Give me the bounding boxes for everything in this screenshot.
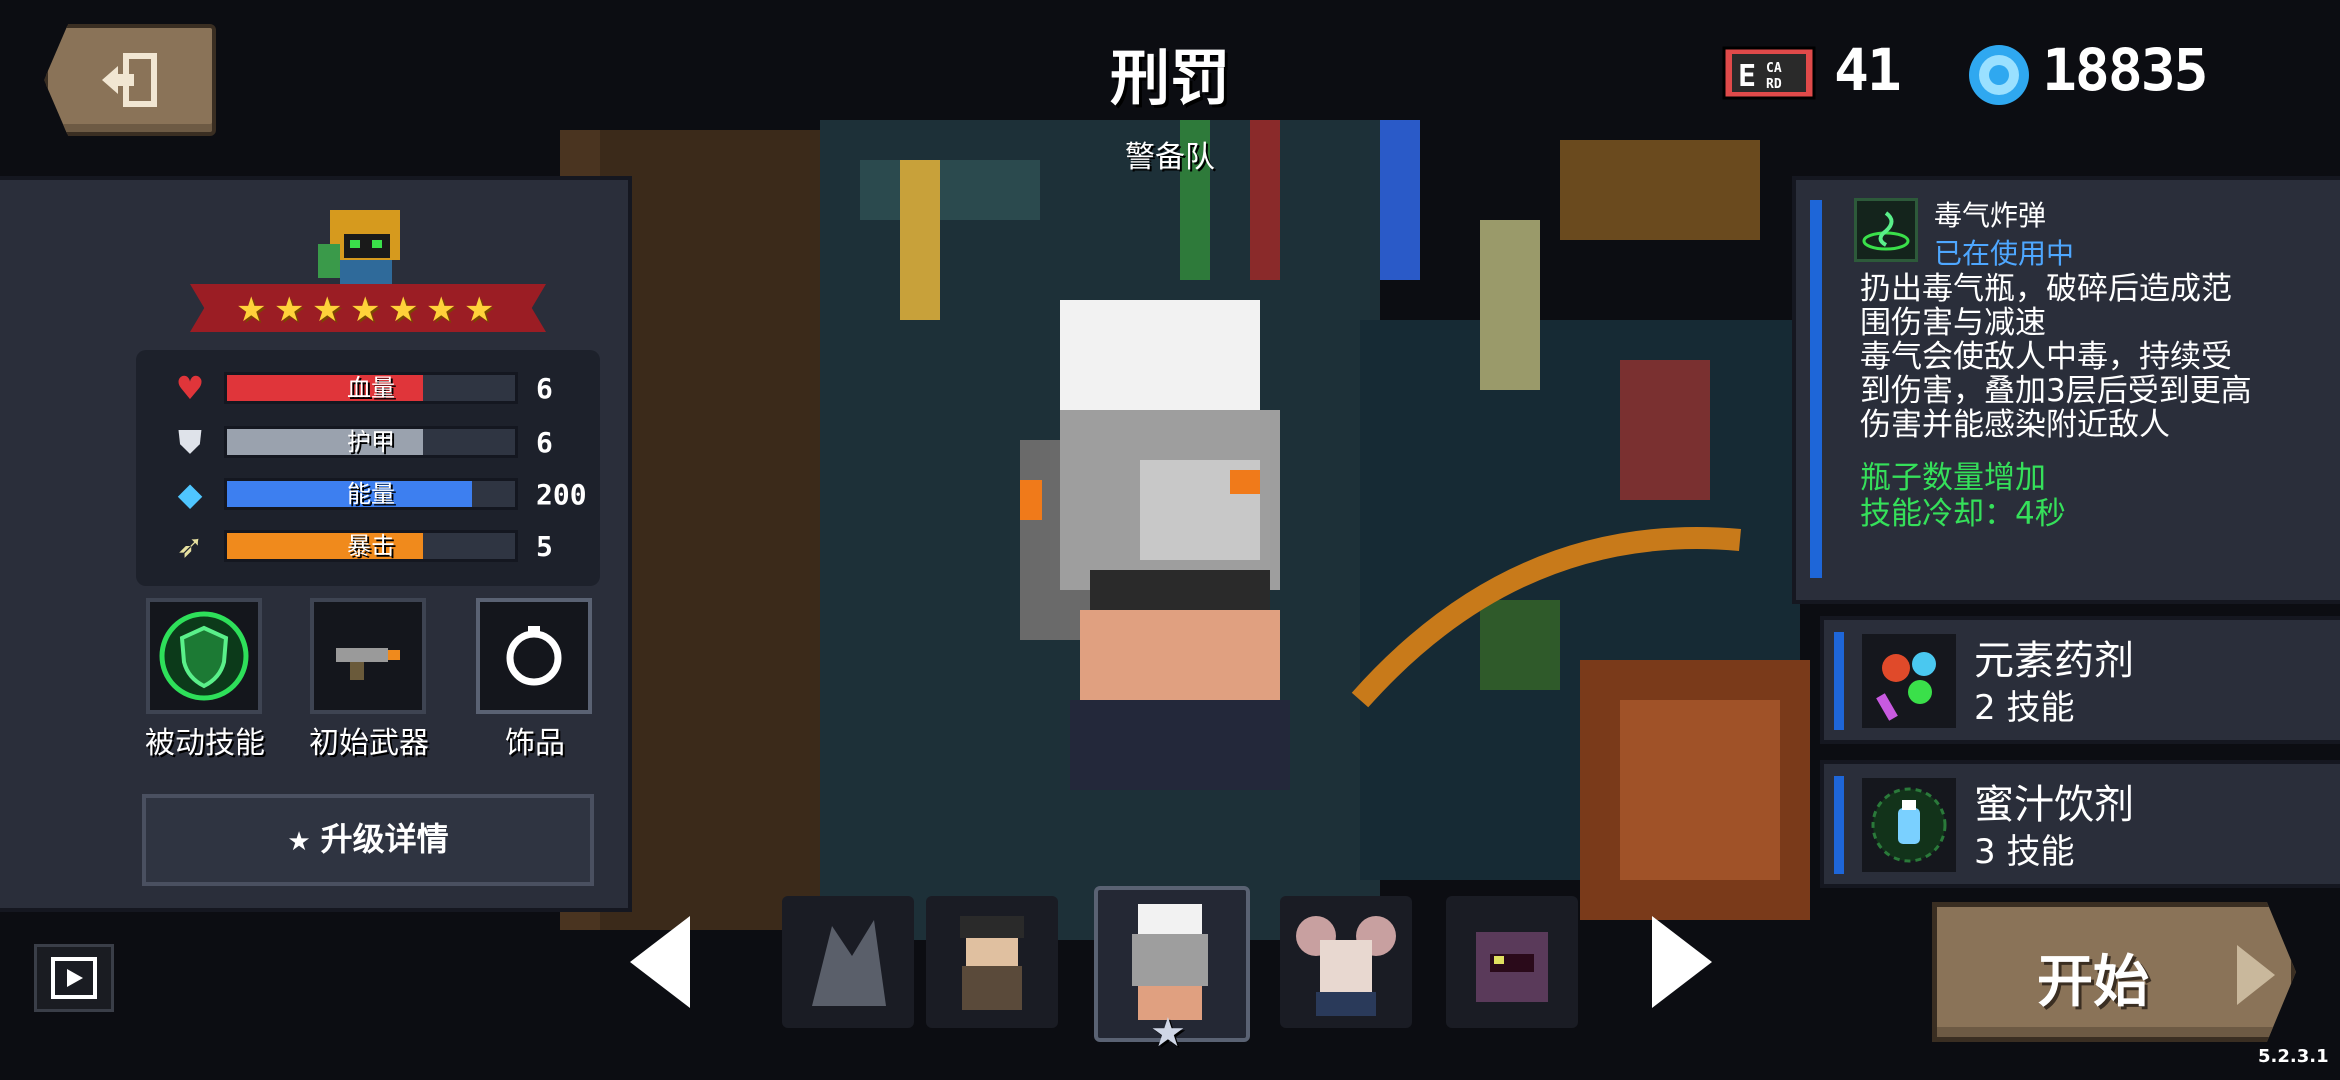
- skill-description-line: 围伤害与减速: [1860, 305, 2046, 341]
- start-label: 开始: [2037, 950, 2149, 1015]
- armor-label: 护甲: [347, 428, 395, 456]
- energy-value: 200: [536, 478, 587, 511]
- character-thumb-wolf[interactable]: [782, 896, 914, 1028]
- alt-skill-count: 3 技能: [1974, 832, 2075, 872]
- accessory-slot[interactable]: [476, 598, 592, 714]
- skill-name: 毒气炸弹: [1934, 199, 2047, 232]
- exit-door-icon: [102, 53, 157, 107]
- armor-bar: 护甲: [224, 426, 518, 458]
- skill-cooldown: 技能冷却：4秒: [1860, 496, 2066, 532]
- character-thumb-officer[interactable]: [926, 896, 1058, 1028]
- alt-skill-honey-potion[interactable]: 蜜汁饮剂 3 技能: [1820, 760, 2340, 888]
- rating-star-icon: ★: [388, 290, 419, 330]
- rating-star-icon: ★: [426, 290, 457, 330]
- health-value: 6: [536, 372, 553, 405]
- version-label: 5.2.3.1: [2258, 1046, 2329, 1067]
- shield-icon: ⛊: [177, 423, 202, 461]
- alt-skill-elemental-potion[interactable]: 元素药剂 2 技能: [1820, 616, 2340, 744]
- character-thumb-mouse[interactable]: [1280, 896, 1412, 1028]
- skill-description-line: 到伤害，叠加3层后受到更高: [1860, 373, 2252, 409]
- skill-description-line: 伤害并能感染附近敌人: [1860, 407, 2170, 443]
- starting-gun-icon: [336, 648, 400, 680]
- start-button[interactable]: 开始: [1932, 902, 2296, 1042]
- previous-character-arrow-icon[interactable]: [630, 916, 690, 1008]
- star-rating-ribbon: ★ ★ ★ ★ ★ ★ ★: [190, 284, 546, 332]
- health-label: 血量: [347, 374, 395, 402]
- honey-potion-icon: [1862, 778, 1956, 872]
- rating-star-icon: ★: [350, 290, 381, 330]
- stats-box: ♥ 血量 6 ⛊ 护甲 6 ◆ 能量 200 ➶ 暴击 5: [136, 350, 600, 586]
- poison-gas-bomb-icon: [1854, 198, 1918, 262]
- skill-selected-indicator: [1810, 200, 1822, 578]
- replay-button[interactable]: [34, 944, 114, 1012]
- alt-skill-indicator: [1834, 776, 1844, 874]
- play-video-icon: [51, 957, 97, 999]
- alt-skill-name: 蜜汁饮剂: [1974, 782, 2134, 828]
- armor-value: 6: [536, 426, 553, 459]
- svg-text:E: E: [1738, 59, 1756, 94]
- crit-bar: 暴击: [224, 530, 518, 562]
- character-subtitle: 警备队: [1125, 140, 1215, 175]
- energy-crystal-icon: ◆: [177, 475, 203, 513]
- starting-weapon-label: 初始武器: [309, 726, 429, 761]
- rating-star-icon: ★: [312, 290, 343, 330]
- starting-weapon-slot[interactable]: [310, 598, 426, 714]
- heart-icon: ♥: [175, 369, 205, 407]
- skill-description: 扔出毒气瓶，破碎后造成范 围伤害与减速 毒气会使敌人中毒，持续受 到伤害，叠加3…: [1860, 272, 2300, 442]
- upgrade-label: 升级详情: [320, 820, 449, 858]
- card-count: 41: [1834, 36, 1902, 104]
- passive-skill-label: 被动技能: [145, 726, 265, 761]
- alt-skill-name: 元素药剂: [1974, 638, 2134, 684]
- crit-label: 暴击: [347, 532, 395, 560]
- alt-skill-indicator: [1834, 632, 1844, 730]
- energy-label: 能量: [347, 480, 395, 508]
- crit-icon: ➶: [176, 527, 204, 565]
- star-icon: ★: [287, 827, 311, 857]
- elemental-potion-icon: [1862, 634, 1956, 728]
- rating-star-icon: ★: [464, 290, 495, 330]
- skill-description-line: 毒气会使敌人中毒，持续受: [1860, 339, 2232, 375]
- exit-button[interactable]: [44, 24, 216, 136]
- skill-status: 已在使用中: [1934, 237, 2075, 270]
- blue-gem-icon: [1969, 45, 2029, 105]
- next-character-arrow-icon[interactable]: [1652, 916, 1712, 1008]
- selected-character-sprite: [1020, 300, 1290, 790]
- alt-skill-count: 2 技能: [1974, 688, 2075, 728]
- crit-value: 5: [536, 530, 553, 563]
- character-portrait-icon: [318, 210, 400, 290]
- passive-shield-icon: [159, 611, 249, 701]
- upgrade-details-button[interactable]: ★ 升级详情: [142, 794, 594, 886]
- energy-card-icon: E CA RD: [1722, 46, 1816, 100]
- skill-description-line: 扔出毒气瓶，破碎后造成范: [1860, 271, 2232, 307]
- energy-bar: 能量: [224, 478, 518, 510]
- selected-star-icon: ★: [1150, 1010, 1186, 1056]
- character-title: 刑罚: [1110, 44, 1230, 114]
- svg-text:CA: CA: [1766, 61, 1782, 76]
- rating-star-icon: ★: [274, 290, 305, 330]
- svg-text:RD: RD: [1766, 77, 1782, 92]
- rating-star-icon: ★: [236, 290, 267, 330]
- play-arrow-icon: [2237, 945, 2275, 1005]
- character-thumb-demon[interactable]: [1446, 896, 1578, 1028]
- accessory-ring-icon: [506, 626, 562, 686]
- accessory-label: 饰品: [505, 726, 565, 761]
- gem-count: 18835: [2042, 36, 2209, 104]
- passive-skill-slot[interactable]: [146, 598, 262, 714]
- health-bar: 血量: [224, 372, 518, 404]
